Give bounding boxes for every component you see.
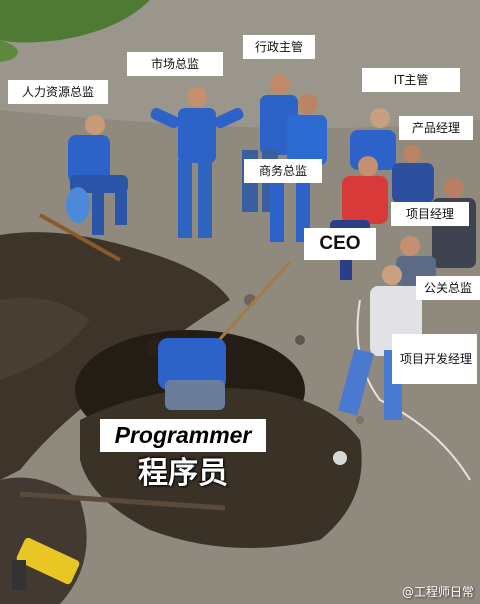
label-programmer-en: Programmer — [100, 419, 266, 452]
meme-scene: 人力资源总监 市场总监 行政主管 IT主管 产品经理 商务总监 CEO 项目经理… — [0, 0, 480, 604]
label-marketing-director: 市场总监 — [127, 52, 223, 76]
label-it-manager: IT主管 — [362, 68, 460, 92]
label-ceo: CEO — [304, 228, 376, 260]
label-project-dev-manager: 项目开发经理 — [392, 334, 477, 384]
label-hr-director: 人力资源总监 — [8, 80, 108, 104]
watermark: @工程师日常 — [401, 585, 474, 599]
label-admin-manager: 行政主管 — [243, 35, 315, 59]
label-pr-director: 公关总监 — [416, 276, 480, 300]
label-business-director: 商务总监 — [244, 159, 322, 183]
label-product-manager: 产品经理 — [399, 116, 473, 140]
label-programmer-cn: 程序员 — [138, 456, 228, 491]
label-project-manager: 项目经理 — [391, 202, 469, 226]
